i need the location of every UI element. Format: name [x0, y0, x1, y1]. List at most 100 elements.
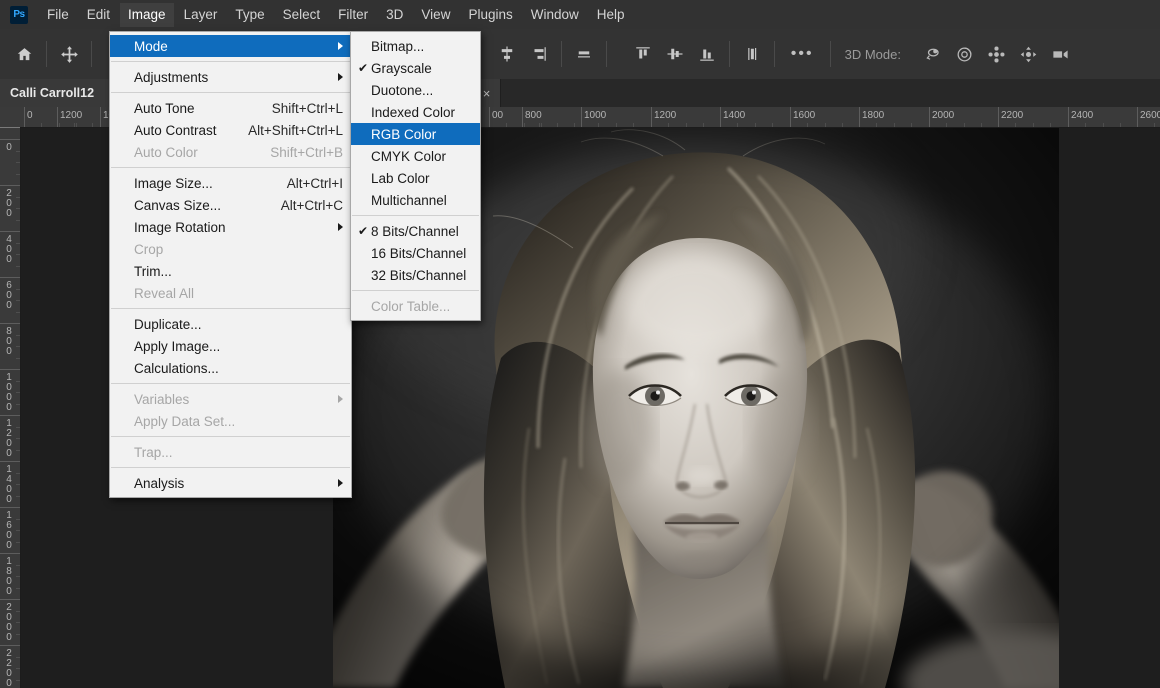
menu-item-image-rotation[interactable]: Image Rotation — [110, 216, 351, 238]
checkmark-icon: ✔ — [358, 61, 369, 75]
ruler-tick — [0, 323, 20, 324]
menu-item-label: Analysis — [134, 475, 185, 491]
menu-window[interactable]: Window — [523, 3, 587, 27]
distribute-vertical-icon[interactable] — [736, 38, 768, 70]
close-icon[interactable]: × — [483, 86, 491, 101]
menu-edit[interactable]: Edit — [79, 3, 118, 27]
menu-layer[interactable]: Layer — [176, 3, 226, 27]
ruler-minor-tick — [1102, 123, 1104, 127]
ruler-minor-tick — [16, 426, 20, 428]
align-vertical-centers-icon[interactable] — [659, 38, 691, 70]
menu-separator — [111, 61, 350, 62]
ruler-tick — [0, 415, 20, 416]
menu-item-mode[interactable]: Mode — [110, 35, 351, 57]
menu-item-adjustments[interactable]: Adjustments — [110, 66, 351, 88]
image-menu-dropdown[interactable]: Mode Adjustments Auto Tone Shift+Ctrl+L Auto… — [109, 31, 352, 498]
menu-item-label: Apply Image... — [134, 338, 221, 354]
ruler-minor-tick — [16, 380, 20, 382]
menu-item-32-bits-channel[interactable]: 32 Bits/Channel — [351, 264, 480, 286]
menu-item-duotone[interactable]: Duotone... — [351, 79, 480, 101]
vertical-ruler[interactable]: 0 200 400 600 800 1000 1200 1400 1600 1800 2000 220… — [0, 127, 21, 688]
ruler-tick — [24, 107, 25, 127]
ruler-minor-tick — [16, 472, 20, 474]
menu-view[interactable]: View — [413, 3, 458, 27]
align-right-edges-icon[interactable] — [523, 38, 555, 70]
menu-item-trim[interactable]: Trim... — [110, 260, 351, 282]
ruler-minor-tick — [807, 123, 809, 127]
ruler-tick — [0, 599, 20, 600]
ruler-label: 1000 — [6, 372, 12, 413]
submenu-arrow-icon — [338, 73, 343, 81]
menu-image[interactable]: Image — [120, 2, 174, 27]
menu-item-8-bits-channel[interactable]: ✔ 8 Bits/Channel — [351, 220, 480, 242]
ruler-tick — [859, 107, 860, 127]
ruler-minor-tick — [16, 656, 20, 658]
menu-type[interactable]: Type — [227, 3, 272, 27]
pan-3d-object-icon[interactable] — [981, 38, 1013, 70]
menu-item-multichannel[interactable]: Multichannel — [351, 189, 480, 211]
photoshop-logo-icon: Ps — [10, 5, 28, 24]
ruler-tick — [0, 553, 20, 554]
menu-item-indexed-color[interactable]: Indexed Color — [351, 101, 480, 123]
menu-item-auto-contrast[interactable]: Auto Contrast Alt+Shift+Ctrl+L — [110, 119, 351, 141]
more-options-button[interactable]: ••• — [781, 45, 824, 63]
distribute-horizontal-icon[interactable] — [568, 38, 600, 70]
scale-3d-object-icon[interactable] — [1045, 38, 1077, 70]
ruler-minor-tick — [16, 530, 20, 531]
ruler-minor-tick — [16, 449, 20, 451]
ruler-label: 1200 — [6, 418, 12, 459]
ruler-minor-tick — [541, 123, 543, 127]
menu-item-duplicate[interactable]: Duplicate... — [110, 313, 351, 335]
menu-plugins[interactable]: Plugins — [460, 3, 520, 27]
menu-separator — [111, 383, 350, 384]
menu-3d[interactable]: 3D — [378, 3, 411, 27]
ruler-label: 1200 — [60, 110, 83, 121]
align-bottom-edges-icon[interactable] — [691, 38, 723, 70]
align-horizontal-centers-icon[interactable] — [491, 38, 523, 70]
menu-help[interactable]: Help — [589, 3, 633, 27]
ruler-minor-tick — [539, 123, 541, 127]
ruler-tick — [581, 107, 582, 127]
menu-item-analysis[interactable]: Analysis — [110, 472, 351, 494]
ruler-minor-tick — [16, 564, 20, 566]
ruler-tick — [0, 507, 20, 508]
menu-item-label: Indexed Color — [371, 104, 456, 120]
menu-item-cmyk-color[interactable]: CMYK Color — [351, 145, 480, 167]
menu-item-calculations[interactable]: Calculations... — [110, 357, 351, 379]
ruler-minor-tick — [1015, 123, 1017, 127]
home-icon[interactable] — [8, 38, 40, 70]
mode-submenu-dropdown[interactable]: Bitmap... ✔ Grayscale Duotone... Indexed Col… — [350, 31, 481, 321]
menu-item-image-size[interactable]: Image Size... Alt+Ctrl+I — [110, 172, 351, 194]
menu-item-16-bits-channel[interactable]: 16 Bits/Channel — [351, 242, 480, 264]
slide-3d-object-icon[interactable] — [1013, 38, 1045, 70]
menu-item-grayscale[interactable]: ✔ Grayscale — [351, 57, 480, 79]
menu-item-reveal-all: Reveal All — [110, 282, 351, 304]
menu-item-label: CMYK Color — [371, 148, 447, 164]
ruler-minor-tick — [556, 123, 558, 127]
ruler-minor-tick — [16, 403, 20, 405]
menu-file[interactable]: File — [39, 3, 77, 27]
ruler-tick — [0, 139, 20, 140]
menu-filter[interactable]: Filter — [330, 3, 376, 27]
submenu-arrow-icon — [338, 479, 343, 487]
menu-item-shortcut: Shift+Ctrl+L — [271, 100, 343, 116]
ruler-minor-tick — [16, 254, 20, 255]
menu-item-bitmap[interactable]: Bitmap... — [351, 35, 480, 57]
menu-item-lab-color[interactable]: Lab Color — [351, 167, 480, 189]
menu-item-auto-tone[interactable]: Auto Tone Shift+Ctrl+L — [110, 97, 351, 119]
align-top-edges-icon[interactable] — [627, 38, 659, 70]
document-tab-left[interactable]: Calli Carroll12 — [0, 79, 123, 107]
menu-separator — [352, 215, 479, 216]
menu-select[interactable]: Select — [275, 3, 329, 27]
submenu-arrow-icon — [338, 223, 343, 231]
ruler-minor-tick — [16, 495, 20, 497]
ruler-tick — [100, 107, 101, 127]
ruler-tick — [929, 107, 930, 127]
ruler-minor-tick — [981, 123, 983, 127]
rotate-3d-object-icon[interactable] — [917, 38, 949, 70]
roll-3d-object-icon[interactable] — [949, 38, 981, 70]
menu-item-rgb-color[interactable]: RGB Color — [351, 123, 480, 145]
menu-item-canvas-size[interactable]: Canvas Size... Alt+Ctrl+C — [110, 194, 351, 216]
menu-item-apply-image[interactable]: Apply Image... — [110, 335, 351, 357]
move-tool-icon[interactable] — [53, 38, 85, 70]
